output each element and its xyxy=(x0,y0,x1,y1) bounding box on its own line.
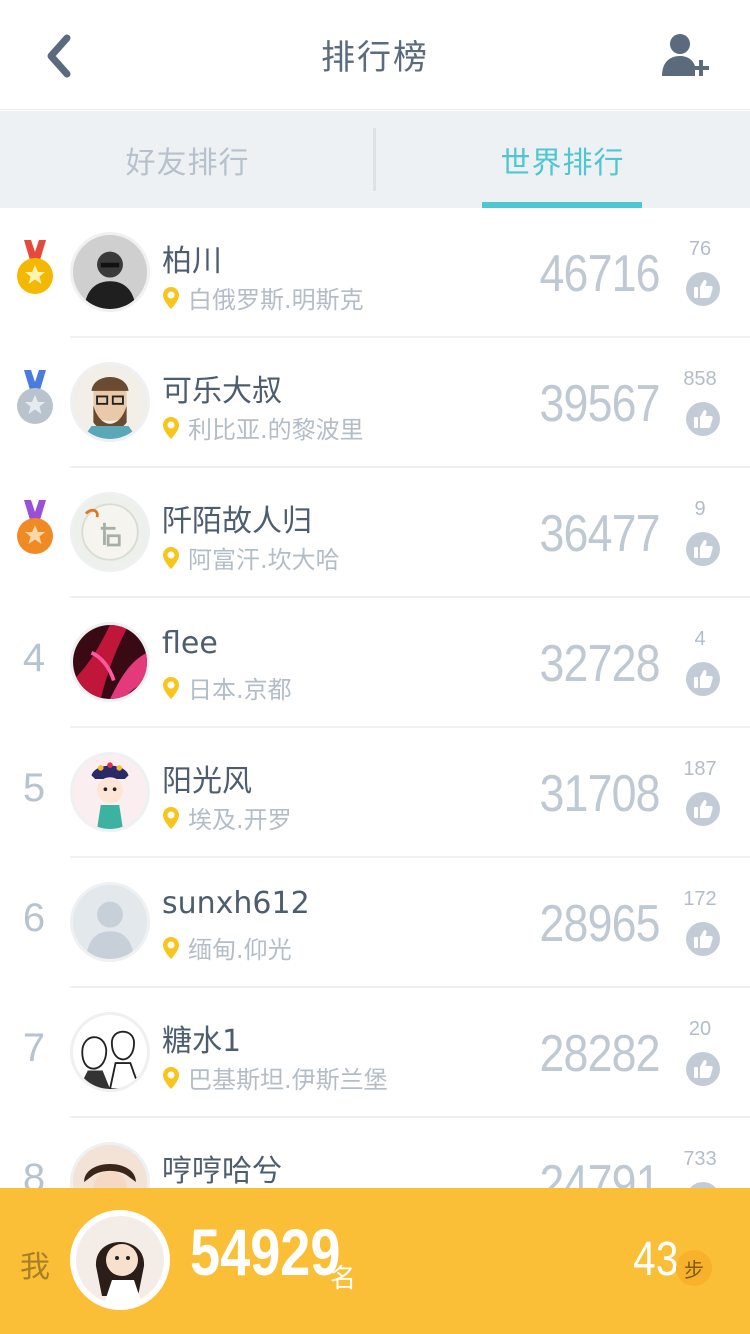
user-name: 阡陌故人归 xyxy=(162,504,312,539)
location: 阿富汗.坎大哈 xyxy=(162,540,340,575)
location-pin-icon xyxy=(163,936,179,959)
rank-number: 4 xyxy=(22,636,46,680)
ranking-row[interactable]: 6 sunxh612 缅甸.仰光 28965 172 xyxy=(0,858,750,988)
location-text: 巴基斯坦.伊斯兰堡 xyxy=(188,1066,388,1094)
header: 排行榜 xyxy=(0,0,750,110)
thumbs-up-icon[interactable] xyxy=(686,272,720,306)
location-text: 日本.京都 xyxy=(188,676,292,704)
location-pin-icon xyxy=(163,416,179,439)
gold-medal-icon xyxy=(17,240,53,294)
step-count: 46716 xyxy=(539,245,661,303)
location-pin-icon xyxy=(163,1066,179,1089)
page-title: 排行榜 xyxy=(321,38,429,78)
like-count: 858 xyxy=(683,368,717,390)
ranking-row[interactable]: 5 阳光风 埃及.开罗 31708 187 xyxy=(0,728,750,858)
rank-number: 6 xyxy=(22,896,46,940)
my-rank-number: 54929 xyxy=(190,1215,341,1289)
avatar[interactable] xyxy=(70,1012,150,1092)
user-name: 糖水1 xyxy=(162,1024,242,1059)
location-text: 缅甸.仰光 xyxy=(188,936,292,964)
thumbs-up-icon[interactable] xyxy=(686,402,720,436)
my-avatar[interactable] xyxy=(70,1210,170,1310)
like-count: 172 xyxy=(683,888,717,910)
rank-number: 5 xyxy=(22,766,46,810)
my-steps-unit: 步 xyxy=(676,1250,712,1286)
avatar[interactable] xyxy=(70,232,150,312)
like-count: 733 xyxy=(683,1148,717,1170)
location-text: 利比亚.的黎波里 xyxy=(188,416,364,444)
bronze-medal-icon xyxy=(17,500,53,554)
location-pin-icon xyxy=(163,806,179,829)
add-friend-icon[interactable] xyxy=(660,30,712,82)
my-step-count: 43 xyxy=(632,1233,678,1286)
location: 巴基斯坦.伊斯兰堡 xyxy=(162,1060,388,1095)
avatar[interactable] xyxy=(70,492,150,572)
ranking-row[interactable]: 4 flee 日本.京都 32728 4 xyxy=(0,598,750,728)
location-pin-icon xyxy=(163,546,179,569)
tab-friends-ranking[interactable]: 好友排行 xyxy=(0,111,375,208)
ranking-row[interactable]: 阡陌故人归 阿富汗.坎大哈 36477 9 xyxy=(0,468,750,598)
like-count: 4 xyxy=(694,628,706,650)
location: 日本.京都 xyxy=(162,670,292,705)
thumbs-up-icon[interactable] xyxy=(686,1052,720,1086)
tab-world-ranking[interactable]: 世界排行 xyxy=(375,111,750,208)
location: 白俄罗斯.明斯克 xyxy=(162,280,364,315)
step-count: 28282 xyxy=(539,1025,661,1083)
user-name: 可乐大叔 xyxy=(162,374,282,409)
location: 利比亚.的黎波里 xyxy=(162,410,364,445)
rank-number: 7 xyxy=(22,1026,46,1070)
my-rank-bar[interactable]: 我 54929 名 43 步 xyxy=(0,1188,750,1334)
user-name: 阳光风 xyxy=(162,764,252,799)
step-count: 36477 xyxy=(539,505,661,563)
like-count: 76 xyxy=(688,238,712,260)
ranking-row[interactable]: 柏川 白俄罗斯.明斯克 46716 76 xyxy=(0,208,750,338)
ranking-row[interactable]: 可乐大叔 利比亚.的黎波里 39567 858 xyxy=(0,338,750,468)
like-count: 187 xyxy=(683,758,717,780)
like-count: 9 xyxy=(694,498,706,520)
step-count: 31708 xyxy=(539,765,661,823)
step-count: 39567 xyxy=(539,375,661,433)
step-count: 28965 xyxy=(539,895,661,953)
tab-bar: 好友排行 世界排行 xyxy=(0,111,750,208)
location-text: 阿富汗.坎大哈 xyxy=(188,546,340,574)
user-name: flee xyxy=(162,626,218,661)
silver-medal-icon xyxy=(17,370,53,424)
avatar[interactable] xyxy=(70,752,150,832)
ranking-row[interactable]: 7 糖水1 巴基斯坦.伊斯兰堡 28282 20 xyxy=(0,988,750,1118)
ranking-list: 柏川 白俄罗斯.明斯克 46716 76 可乐大叔 利比亚.的黎波里 39567… xyxy=(0,208,750,1248)
step-count: 32728 xyxy=(539,635,661,693)
location: 缅甸.仰光 xyxy=(162,930,292,965)
location: 埃及.开罗 xyxy=(162,800,292,835)
me-label: 我 xyxy=(20,1250,50,1285)
avatar[interactable] xyxy=(70,362,150,442)
location-text: 埃及.开罗 xyxy=(188,806,292,834)
location-text: 白俄罗斯.明斯克 xyxy=(188,286,364,314)
user-name: 柏川 xyxy=(162,244,222,279)
thumbs-up-icon[interactable] xyxy=(686,532,720,566)
user-name: 哼哼哈兮 xyxy=(162,1154,282,1189)
location-pin-icon xyxy=(163,286,179,309)
tab-label: 好友排行 xyxy=(125,145,250,181)
like-count: 20 xyxy=(688,1018,712,1040)
ranking-page: 排行榜 好友排行 世界排行 柏川 白俄罗斯.明斯克 46716 76 可乐大叔 … xyxy=(0,0,750,1334)
thumbs-up-icon[interactable] xyxy=(686,922,720,956)
thumbs-up-icon[interactable] xyxy=(686,792,720,826)
user-name: sunxh612 xyxy=(162,886,310,921)
location-pin-icon xyxy=(163,676,179,699)
avatar[interactable] xyxy=(70,882,150,962)
thumbs-up-icon[interactable] xyxy=(686,662,720,696)
avatar[interactable] xyxy=(70,622,150,702)
my-rank-unit: 名 xyxy=(330,1264,357,1294)
tab-label: 世界排行 xyxy=(500,145,625,181)
